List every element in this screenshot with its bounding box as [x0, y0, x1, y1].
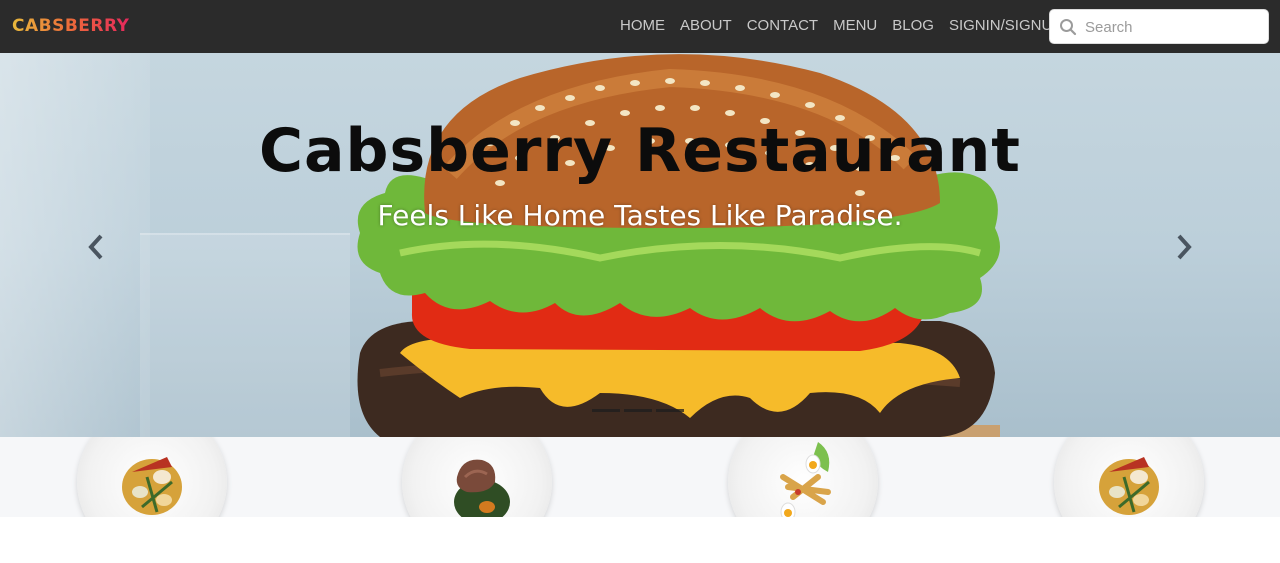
search-icon — [1060, 19, 1077, 36]
dish-plate-seafood-2[interactable] — [1054, 437, 1204, 517]
carousel-indicator-2[interactable] — [624, 409, 652, 412]
search-box — [1049, 9, 1269, 44]
nav-menu[interactable]: MENU — [833, 17, 877, 34]
hero-subtitle: Feels Like Home Tastes Like Paradise. — [377, 199, 903, 232]
hero-title: Cabsberry Restaurant — [259, 116, 1021, 186]
carousel-indicator-1[interactable] — [592, 409, 620, 412]
navbar: CABSBERRY HOME ABOUT CONTACT MENU BLOG S… — [0, 0, 1280, 53]
nav-home[interactable]: HOME — [620, 17, 665, 34]
burger-image — [357, 54, 1000, 437]
seafood-dish-icon — [1099, 457, 1159, 515]
carousel-prev-button[interactable] — [84, 231, 108, 263]
dish-plate-salad[interactable] — [728, 437, 878, 517]
hero-background-glass — [0, 53, 150, 437]
brand-logo[interactable]: CABSBERRY — [12, 16, 129, 36]
carousel-indicators — [592, 409, 688, 412]
salad-dish-icon — [780, 442, 831, 517]
hero-background-glass-2 — [140, 233, 350, 437]
search-input[interactable] — [1085, 15, 1260, 39]
seafood-dish-icon — [122, 457, 182, 515]
dish-plate-steak[interactable] — [402, 437, 552, 517]
dish-plate-seafood[interactable] — [77, 437, 227, 517]
nav-signin-signup[interactable]: SIGNIN/SIGNUP — [949, 17, 1062, 34]
carousel-indicator-3[interactable] — [656, 409, 684, 412]
dishes-strip — [0, 437, 1280, 517]
steak-dish-icon — [454, 459, 510, 517]
nav-contact[interactable]: CONTACT — [747, 17, 818, 34]
main-nav: HOME ABOUT CONTACT MENU BLOG SIGNIN/SIGN… — [620, 17, 1077, 34]
nav-blog[interactable]: BLOG — [892, 17, 934, 34]
nav-about[interactable]: ABOUT — [680, 17, 732, 34]
carousel-next-button[interactable] — [1172, 231, 1196, 263]
hero-carousel: Cabsberry Restaurant Feels Like Home Tas… — [0, 53, 1280, 437]
